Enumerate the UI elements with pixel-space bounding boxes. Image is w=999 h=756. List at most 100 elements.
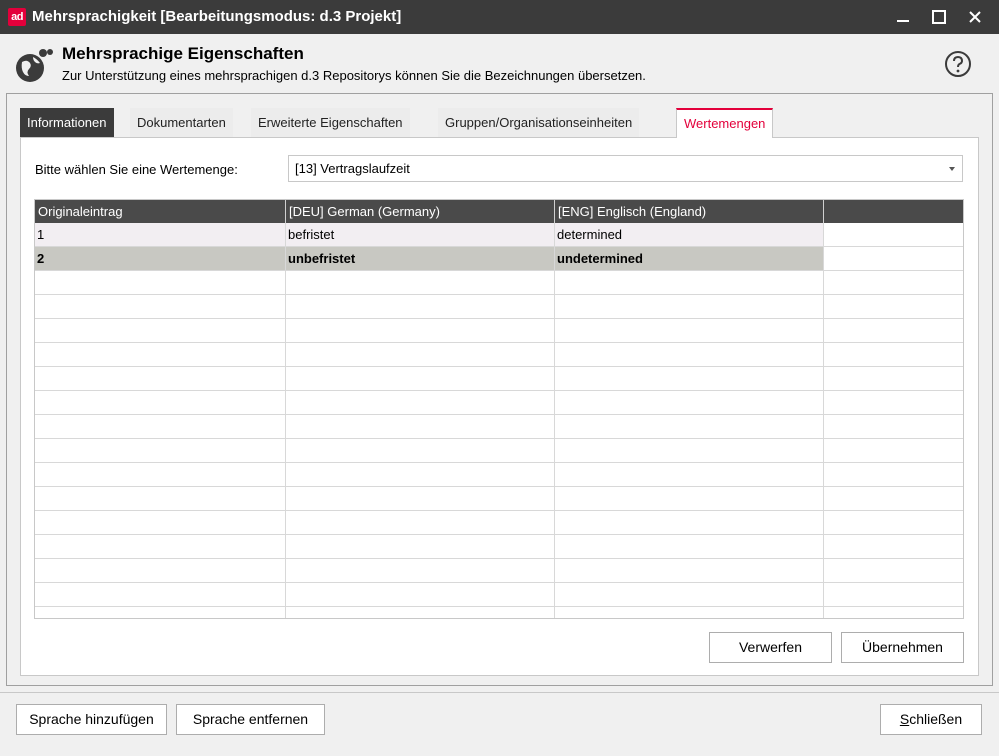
table-cell[interactable] [35, 415, 286, 438]
table-cell[interactable] [555, 487, 824, 510]
close-button[interactable]: Schließen [880, 704, 982, 735]
add-language-button[interactable]: Sprache hinzufügen [16, 704, 167, 735]
table-cell[interactable] [555, 607, 824, 618]
table-cell[interactable] [286, 415, 555, 438]
table-cell[interactable] [824, 439, 963, 462]
table-row[interactable]: 2 unbefristet undetermined [35, 247, 963, 271]
table-cell[interactable] [35, 343, 286, 366]
table-cell[interactable] [824, 511, 963, 534]
table-cell[interactable] [555, 439, 824, 462]
table-cell[interactable] [286, 511, 555, 534]
tab-wertemengen[interactable]: Wertemengen [676, 108, 774, 138]
table-cell[interactable] [824, 223, 963, 246]
table-cell[interactable] [286, 559, 555, 582]
table-cell[interactable] [824, 367, 963, 390]
empty-table-row[interactable] [35, 343, 963, 367]
empty-table-row[interactable] [35, 367, 963, 391]
table-cell[interactable] [35, 439, 286, 462]
table-cell[interactable] [286, 535, 555, 558]
table-cell[interactable]: 2 [35, 247, 286, 270]
table-cell[interactable] [286, 271, 555, 294]
table-cell[interactable] [286, 439, 555, 462]
empty-table-row[interactable] [35, 583, 963, 607]
table-cell[interactable] [35, 271, 286, 294]
table-cell[interactable] [35, 463, 286, 486]
table-cell[interactable] [555, 511, 824, 534]
table-cell[interactable] [824, 607, 963, 618]
table-cell[interactable] [555, 343, 824, 366]
table-cell[interactable] [286, 487, 555, 510]
table-cell[interactable] [286, 343, 555, 366]
table-cell[interactable] [35, 559, 286, 582]
table-cell[interactable] [824, 487, 963, 510]
tab-informationen[interactable]: Informationen [20, 108, 114, 137]
table-cell[interactable] [555, 463, 824, 486]
apply-button[interactable]: Übernehmen [841, 632, 964, 663]
table-cell[interactable] [286, 391, 555, 414]
table-cell[interactable]: befristet [286, 223, 555, 246]
table-cell[interactable] [35, 583, 286, 606]
table-cell[interactable] [555, 415, 824, 438]
table-cell[interactable] [824, 463, 963, 486]
table-cell[interactable] [555, 583, 824, 606]
maximize-button[interactable] [921, 0, 957, 34]
empty-table-row[interactable] [35, 271, 963, 295]
close-window-button[interactable] [957, 0, 993, 34]
column-header-deu[interactable]: [DEU] German (Germany) [286, 200, 555, 223]
table-cell[interactable] [35, 511, 286, 534]
table-cell[interactable] [824, 559, 963, 582]
table-cell[interactable] [555, 391, 824, 414]
table-cell[interactable] [35, 391, 286, 414]
table-cell[interactable] [286, 367, 555, 390]
table-cell[interactable] [555, 319, 824, 342]
empty-table-row[interactable] [35, 535, 963, 559]
table-cell[interactable] [555, 535, 824, 558]
empty-table-row[interactable] [35, 295, 963, 319]
table-row[interactable]: 1 befristet determined [35, 223, 963, 247]
table-cell[interactable] [555, 271, 824, 294]
empty-table-row[interactable] [35, 319, 963, 343]
empty-table-row[interactable] [35, 487, 963, 511]
table-cell[interactable] [824, 535, 963, 558]
tab-erweiterte-eigenschaften[interactable]: Erweiterte Eigenschaften [251, 108, 410, 137]
table-cell[interactable] [35, 607, 286, 618]
table-cell[interactable] [35, 367, 286, 390]
table-cell[interactable] [824, 343, 963, 366]
table-cell[interactable] [35, 535, 286, 558]
minimize-button[interactable] [885, 0, 921, 34]
table-cell[interactable] [286, 295, 555, 318]
table-cell[interactable]: undetermined [555, 247, 824, 270]
table-cell[interactable]: determined [555, 223, 824, 246]
table-cell[interactable] [35, 295, 286, 318]
table-cell[interactable] [286, 583, 555, 606]
tab-dokumentarten[interactable]: Dokumentarten [130, 108, 233, 137]
table-cell[interactable] [824, 295, 963, 318]
empty-table-row[interactable] [35, 511, 963, 535]
empty-table-row[interactable] [35, 607, 963, 618]
table-cell[interactable]: 1 [35, 223, 286, 246]
discard-button[interactable]: Verwerfen [709, 632, 832, 663]
table-cell[interactable] [824, 583, 963, 606]
table-cell[interactable] [555, 295, 824, 318]
table-cell[interactable] [555, 559, 824, 582]
remove-language-button[interactable]: Sprache entfernen [176, 704, 325, 735]
table-cell[interactable] [35, 319, 286, 342]
column-header-original[interactable]: Originaleintrag [35, 200, 286, 223]
table-cell[interactable] [824, 319, 963, 342]
empty-table-row[interactable] [35, 439, 963, 463]
table-cell[interactable] [35, 487, 286, 510]
empty-table-row[interactable] [35, 463, 963, 487]
table-cell[interactable] [555, 367, 824, 390]
chevron-down-icon[interactable] [949, 167, 955, 171]
table-cell[interactable] [824, 415, 963, 438]
help-icon[interactable] [944, 50, 972, 78]
empty-table-row[interactable] [35, 559, 963, 583]
table-cell[interactable] [286, 319, 555, 342]
translation-table[interactable]: Originaleintrag [DEU] German (Germany) [… [34, 199, 964, 619]
valueset-select[interactable]: [13] Vertragslaufzeit [288, 155, 963, 182]
table-cell[interactable] [824, 391, 963, 414]
table-cell[interactable]: unbefristet [286, 247, 555, 270]
table-cell[interactable] [824, 271, 963, 294]
table-cell[interactable] [286, 463, 555, 486]
empty-table-row[interactable] [35, 415, 963, 439]
